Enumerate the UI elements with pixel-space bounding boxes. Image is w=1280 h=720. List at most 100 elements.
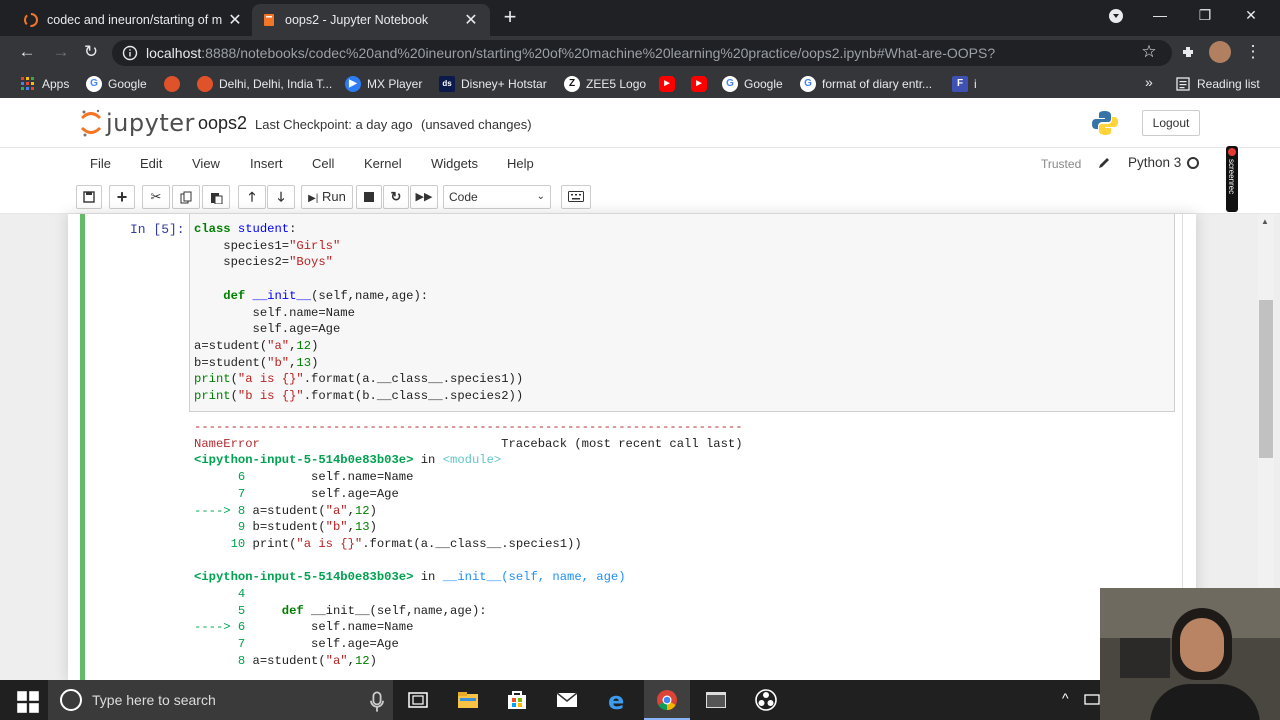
taskbar-search[interactable]: Type here to search: [48, 680, 393, 720]
apps-grid-icon: [21, 77, 34, 90]
minimize-button[interactable]: —: [1148, 7, 1172, 23]
bookmark-f[interactable]: F i: [952, 76, 977, 92]
bookmark-mx-player[interactable]: ▶ MX Player: [345, 76, 422, 92]
bookmark-label: i: [974, 77, 977, 91]
cell-type-select[interactable]: Code ⌄: [443, 185, 551, 209]
menu-edit[interactable]: Edit: [140, 156, 162, 171]
menu-view[interactable]: View: [192, 156, 220, 171]
jupyter-logo[interactable]: jupyter: [80, 108, 195, 138]
chrome-icon: [657, 690, 677, 711]
file-explorer-icon[interactable]: [456, 688, 480, 712]
trusted-indicator[interactable]: Trusted: [1034, 152, 1089, 174]
close-window-button[interactable]: ✕: [1239, 7, 1263, 24]
kernel-name[interactable]: Python 3: [1128, 155, 1181, 170]
profile-dropdown-icon[interactable]: [1104, 8, 1128, 27]
paste-button[interactable]: [202, 185, 230, 209]
windows-start-icon[interactable]: [16, 690, 40, 714]
tray-device-icon[interactable]: [1084, 692, 1100, 708]
run-button[interactable]: ▶| Run: [301, 185, 353, 209]
bookmark-orange-site[interactable]: [164, 76, 186, 92]
insert-cell-button[interactable]: +: [109, 185, 135, 209]
scroll-up-arrow-icon[interactable]: ▲: [1261, 217, 1269, 226]
youtube-icon: ▶: [659, 76, 675, 92]
menu-cell[interactable]: Cell: [312, 156, 334, 171]
tray-chevron-up-icon[interactable]: ^: [1062, 690, 1069, 706]
bookmark-star-icon[interactable]: ☆: [1138, 42, 1160, 62]
move-down-button[interactable]: 🡓: [267, 185, 295, 209]
reading-list-icon: [1176, 77, 1190, 91]
store-icon[interactable]: [505, 688, 529, 712]
bookmark-apps[interactable]: Apps: [20, 76, 69, 92]
bookmark-google[interactable]: G Google: [86, 76, 147, 92]
menu-widgets[interactable]: Widgets: [431, 156, 478, 171]
menu-file[interactable]: File: [90, 156, 111, 171]
bookmark-google-2[interactable]: G Google: [722, 76, 783, 92]
logout-button[interactable]: Logout: [1142, 110, 1200, 136]
profile-avatar[interactable]: [1209, 41, 1231, 63]
browser-tab-inactive[interactable]: codec and ineuron/starting of m ✕: [14, 4, 254, 36]
maximize-button[interactable]: ❐: [1193, 7, 1217, 24]
menu-help[interactable]: Help: [507, 156, 534, 171]
scrollbar-thumb[interactable]: [1259, 300, 1273, 458]
command-palette-button[interactable]: [561, 185, 591, 209]
interrupt-button[interactable]: [356, 185, 382, 209]
bookmarks-bar: Apps G Google Delhi, Delhi, India T... ▶…: [0, 70, 1280, 98]
reading-list-label: Reading list: [1197, 77, 1260, 91]
webcam-face: [1180, 618, 1224, 672]
bookmark-label: Google: [108, 77, 147, 91]
browser-tab-active[interactable]: oops2 - Jupyter Notebook ✕: [252, 4, 490, 36]
copy-button[interactable]: [172, 185, 200, 209]
traceback-output: ----------------------------------------…: [194, 420, 743, 668]
bookmark-zee5[interactable]: Z ZEE5 Logo: [564, 76, 646, 92]
taskbar-search-placeholder: Type here to search: [92, 692, 216, 708]
mail-icon[interactable]: [555, 688, 579, 712]
jupyter-favicon-icon: [24, 13, 38, 27]
zee5-icon: Z: [564, 76, 580, 92]
fast-forward-icon: ▶▶: [415, 191, 433, 203]
webcam-furniture: [1120, 638, 1170, 678]
new-tab-button[interactable]: +: [500, 6, 520, 28]
extensions-icon[interactable]: [1180, 44, 1196, 60]
menu-kernel[interactable]: Kernel: [364, 156, 402, 171]
obs-icon[interactable]: [754, 688, 778, 712]
address-path: :8888/notebooks/codec%20and%20ineuron/st…: [201, 45, 996, 61]
tab-title: codec and ineuron/starting of m: [47, 13, 223, 27]
bookmark-label: Apps: [42, 77, 70, 91]
info-icon[interactable]: [122, 45, 138, 61]
tab-close-icon[interactable]: ✕: [226, 10, 244, 30]
save-button[interactable]: [76, 185, 102, 209]
edit-pencil-icon[interactable]: [1097, 156, 1111, 170]
back-icon[interactable]: ←: [16, 42, 38, 62]
bookmark-youtube-2[interactable]: ▶: [691, 76, 713, 92]
notebook-name[interactable]: oops2: [198, 113, 247, 134]
forward-icon[interactable]: →: [50, 42, 72, 62]
tab-close-icon[interactable]: ✕: [462, 10, 480, 30]
bookmark-diary[interactable]: G format of diary entr...: [800, 76, 932, 92]
task-view-icon[interactable]: [406, 688, 430, 712]
notebook-favicon-icon: [264, 14, 274, 26]
bookmark-delhi[interactable]: Delhi, Delhi, India T...: [197, 76, 332, 92]
restart-button[interactable]: ↻: [383, 185, 409, 209]
jupyter-logo-icon: [80, 109, 102, 137]
terminal-app-icon[interactable]: [704, 688, 728, 712]
move-up-button[interactable]: 🡑: [238, 185, 266, 209]
kernel-idle-indicator-icon: [1187, 157, 1199, 169]
bookmark-label: ZEE5 Logo: [586, 77, 647, 91]
edge-icon[interactable]: e: [605, 688, 629, 712]
reading-list-button[interactable]: Reading list: [1175, 76, 1260, 92]
code-editor[interactable]: class student: species1="Girls" species2…: [194, 221, 523, 405]
bookmark-youtube-1[interactable]: ▶: [659, 76, 681, 92]
more-bookmarks-button[interactable]: »: [1145, 74, 1153, 90]
microphone-icon[interactable]: [365, 690, 389, 714]
address-bar[interactable]: localhost:8888/notebooks/codec%20and%20i…: [112, 40, 1172, 66]
scissors-icon: ✂: [150, 189, 162, 204]
restart-run-all-button[interactable]: ▶▶: [410, 185, 438, 209]
bookmark-hotstar[interactable]: ds Disney+ Hotstar: [439, 76, 547, 92]
chrome-menu-icon[interactable]: ⋮: [1242, 42, 1264, 62]
reload-icon[interactable]: ↻: [80, 42, 102, 62]
arrow-up-icon: 🡑: [248, 189, 256, 204]
cut-button[interactable]: ✂: [142, 185, 170, 209]
menu-insert[interactable]: Insert: [250, 156, 283, 171]
keyboard-icon: [568, 191, 584, 202]
search-circle-icon: [60, 689, 82, 711]
